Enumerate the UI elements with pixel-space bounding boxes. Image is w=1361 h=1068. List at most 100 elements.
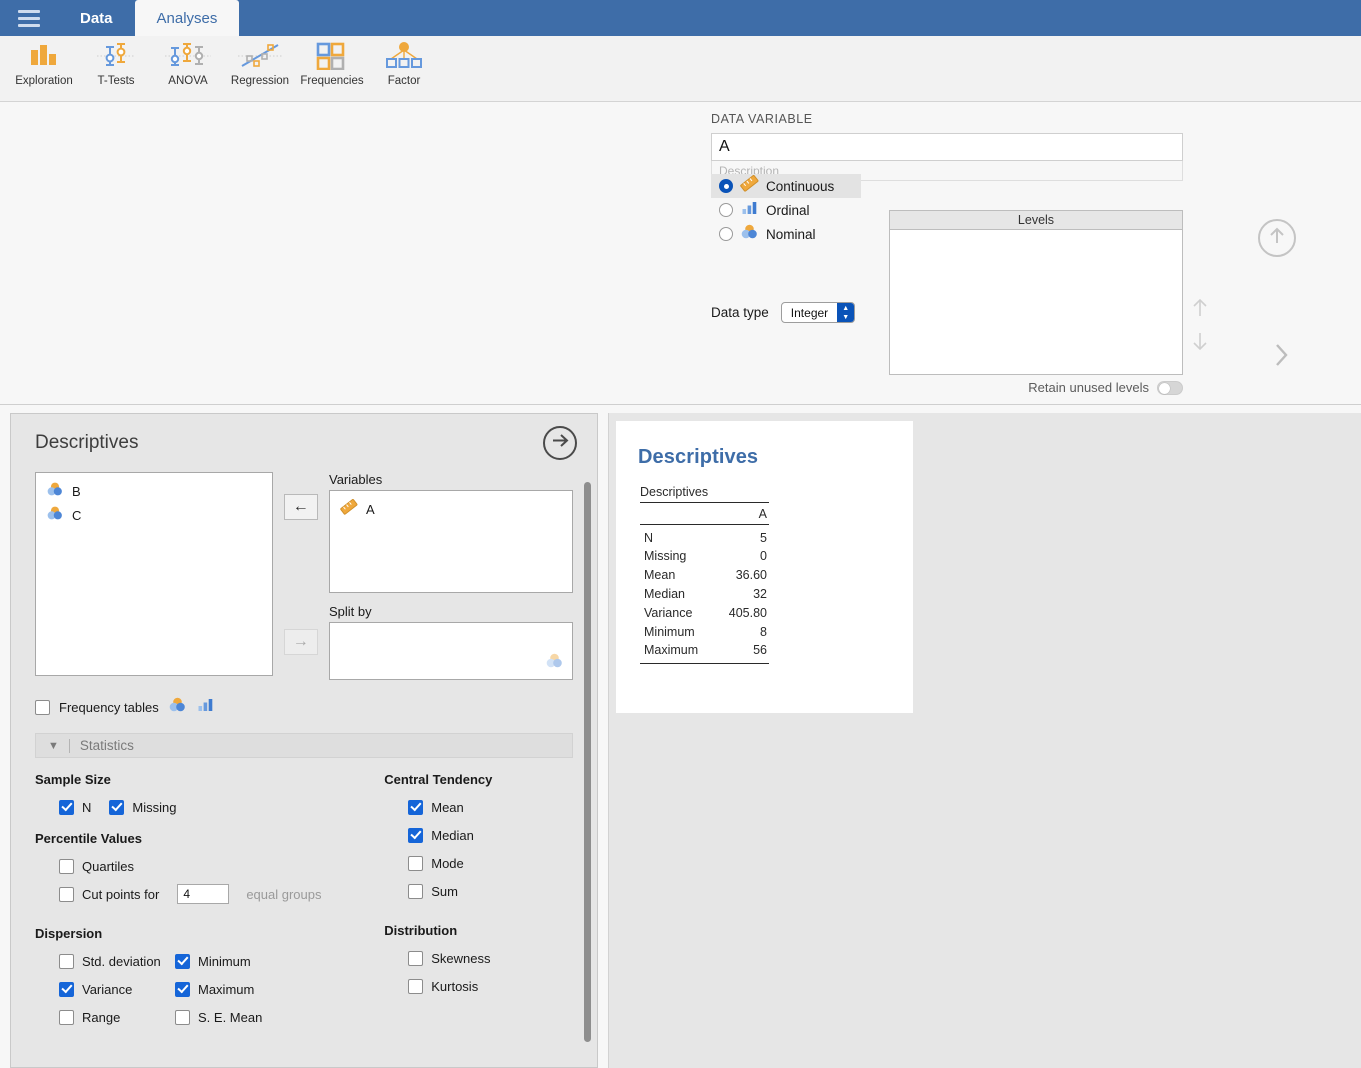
statistics-section-header[interactable]: ▼ Statistics bbox=[35, 733, 573, 758]
statistics-options-grid: Sample Size N Missing Percentile Values … bbox=[35, 772, 573, 1031]
variable-name-input[interactable] bbox=[711, 133, 1183, 161]
arrow-right-circle-icon bbox=[551, 431, 570, 455]
list-item-label: C bbox=[72, 507, 82, 523]
list-item[interactable]: B bbox=[36, 479, 272, 503]
row-value: 32 bbox=[753, 587, 767, 601]
options-scrollbar[interactable] bbox=[582, 482, 593, 1062]
source-variable-list[interactable]: B C bbox=[35, 472, 273, 676]
descriptives-table[interactable]: Descriptives A N 5 Missing 0 Mean 36.60 … bbox=[640, 485, 769, 664]
radio-nominal[interactable] bbox=[719, 227, 733, 241]
measure-type-nominal[interactable]: Nominal bbox=[711, 222, 861, 246]
checkbox-se-mean[interactable] bbox=[175, 1009, 190, 1025]
ribbon-button-t-tests[interactable]: T-Tests bbox=[80, 38, 152, 102]
central-tendency-sum-row: Sum bbox=[384, 877, 573, 905]
analysis-options-panel: Descriptives B C ← → Variables A Split b… bbox=[10, 413, 598, 1068]
tab-analyses[interactable]: Analyses bbox=[134, 0, 240, 36]
radio-ordinal[interactable] bbox=[719, 203, 733, 217]
hide-options-button[interactable] bbox=[543, 426, 577, 460]
variables-box[interactable]: A bbox=[329, 490, 573, 593]
checkbox-quartiles[interactable] bbox=[59, 858, 74, 874]
checkbox-maximum[interactable] bbox=[175, 981, 190, 997]
levels-list[interactable] bbox=[889, 230, 1183, 375]
ribbon-button-anova[interactable]: ANOVA bbox=[152, 38, 224, 102]
level-reorder-buttons bbox=[1190, 297, 1210, 357]
checkbox-n-label: N bbox=[82, 799, 92, 815]
table-row: Median 32 bbox=[640, 585, 769, 604]
checkbox-range-label: Range bbox=[82, 1009, 121, 1025]
results-heading[interactable]: Descriptives bbox=[616, 421, 913, 469]
group-title-distribution: Distribution bbox=[384, 923, 458, 938]
row-label: Mean bbox=[644, 568, 676, 582]
ribbon-button-regression[interactable]: Regression bbox=[224, 38, 296, 102]
checkbox-std-deviation[interactable] bbox=[59, 953, 74, 969]
checkbox-mean[interactable] bbox=[408, 799, 424, 815]
cut-points-number-input[interactable] bbox=[177, 884, 230, 904]
table-caption: Descriptives bbox=[640, 485, 709, 499]
checkbox-median[interactable] bbox=[408, 827, 424, 843]
statistics-right-column: Central Tendency Mean Median Mode Sum Di… bbox=[384, 772, 573, 1031]
frequency-tables-checkbox[interactable] bbox=[35, 699, 50, 715]
checkbox-cut-points[interactable] bbox=[59, 886, 74, 902]
transfer-to-split-by-button[interactable]: → bbox=[283, 629, 318, 655]
checkbox-mode[interactable] bbox=[408, 855, 424, 871]
divider bbox=[68, 738, 70, 753]
checkbox-kurtosis[interactable] bbox=[408, 978, 424, 994]
levels-header: Levels bbox=[889, 210, 1183, 230]
options-scrollbar-thumb[interactable] bbox=[584, 482, 591, 1042]
checkbox-range[interactable] bbox=[59, 1009, 74, 1025]
checkbox-skewness-label: Skewness bbox=[431, 950, 491, 966]
list-item[interactable]: A bbox=[330, 497, 572, 521]
retain-unused-levels-toggle[interactable] bbox=[1157, 380, 1183, 395]
ordinal-bars-icon bbox=[196, 696, 215, 718]
retain-unused-levels-row: Retain unused levels bbox=[889, 380, 1183, 395]
list-item[interactable]: C bbox=[36, 503, 272, 527]
hamburger-icon[interactable] bbox=[0, 0, 58, 36]
row-value: 56 bbox=[717, 641, 769, 664]
transfer-to-variables-button[interactable]: ← bbox=[283, 494, 318, 520]
checkbox-missing[interactable] bbox=[109, 799, 125, 815]
next-variable-button[interactable] bbox=[1266, 340, 1296, 374]
measure-type-ordinal[interactable]: Ordinal bbox=[711, 198, 861, 222]
ribbon-button-exploration[interactable]: Exploration bbox=[8, 38, 80, 102]
checkbox-quartiles-label: Quartiles bbox=[82, 858, 135, 874]
measure-type-continuous[interactable]: Continuous bbox=[711, 174, 861, 198]
data-type-select[interactable]: Integer ▲ ▼ bbox=[780, 302, 856, 323]
tab-data[interactable]: Data bbox=[58, 0, 135, 36]
nominal-circles-icon bbox=[545, 652, 564, 674]
cut-points-suffix-label: equal groups bbox=[246, 886, 322, 902]
measure-type-radio-group: Continuous Ordinal Nominal bbox=[711, 174, 861, 246]
checkbox-median-label: Median bbox=[431, 827, 474, 843]
tab-analyses-label: Analyses bbox=[156, 9, 218, 27]
checkbox-minimum[interactable] bbox=[175, 953, 190, 969]
nominal-circles-icon bbox=[46, 481, 64, 502]
t-tests-icon bbox=[94, 38, 138, 72]
exploration-icon bbox=[24, 38, 64, 72]
row-value: 405.80 bbox=[728, 606, 767, 620]
move-level-down-icon[interactable] bbox=[1190, 330, 1210, 357]
checkbox-variance[interactable] bbox=[59, 981, 74, 997]
checkbox-skewness[interactable] bbox=[408, 950, 424, 966]
ordinal-bars-icon bbox=[740, 199, 759, 221]
ribbon-button-frequencies[interactable]: Frequencies bbox=[296, 38, 368, 102]
move-level-up-icon[interactable] bbox=[1190, 297, 1210, 324]
ribbon-button-factor[interactable]: Factor bbox=[368, 38, 440, 102]
chevron-down-icon: ▼ bbox=[48, 739, 59, 752]
table-row: N 5 bbox=[640, 525, 769, 547]
split-by-box[interactable] bbox=[329, 622, 573, 680]
radio-continuous[interactable] bbox=[719, 179, 733, 193]
checkbox-cut-points-label: Cut points for bbox=[82, 886, 160, 902]
checkbox-n[interactable] bbox=[59, 799, 74, 815]
row-label: Variance bbox=[644, 606, 693, 620]
row-value: 8 bbox=[760, 625, 767, 639]
variable-assignment-area: B C ← → Variables A Split by bbox=[35, 472, 573, 680]
statistics-left-column: Sample Size N Missing Percentile Values … bbox=[35, 772, 384, 1031]
ribbon-label-frequencies: Frequencies bbox=[300, 75, 364, 87]
checkbox-minimum-label: Minimum bbox=[198, 953, 251, 969]
central-tendency-median-row: Median bbox=[384, 821, 573, 849]
checkbox-std-deviation-label: Std. deviation bbox=[82, 953, 161, 969]
collapse-variable-editor-button[interactable] bbox=[1258, 219, 1296, 257]
chevron-right-icon bbox=[1273, 342, 1289, 373]
results-sheet[interactable]: Descriptives Descriptives A N 5 Missing … bbox=[616, 421, 913, 713]
checkbox-sum[interactable] bbox=[408, 883, 424, 899]
variable-editor-panel: DATA VARIABLE A Description Continuous O… bbox=[0, 102, 1361, 405]
